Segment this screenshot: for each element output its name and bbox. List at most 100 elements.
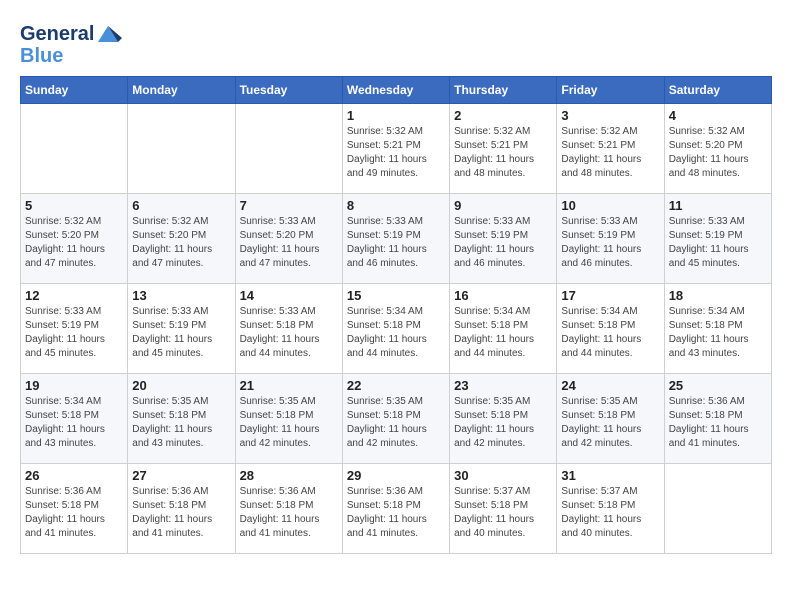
calendar-week-1: 1 Sunrise: 5:32 AM Sunset: 5:21 PM Daylig… — [21, 104, 772, 194]
day-number: 14 — [240, 288, 338, 303]
cell-info: Sunrise: 5:36 AM Sunset: 5:18 PM Dayligh… — [132, 485, 230, 541]
cell-info: Sunrise: 5:37 AM Sunset: 5:18 PM Dayligh… — [561, 485, 659, 541]
day-number: 30 — [454, 468, 552, 483]
day-number: 12 — [25, 288, 123, 303]
calendar-cell: 26 Sunrise: 5:36 AM Sunset: 5:18 PM Dayli… — [21, 464, 128, 554]
cell-info: Sunrise: 5:35 AM Sunset: 5:18 PM Dayligh… — [454, 395, 552, 451]
cell-info: Sunrise: 5:34 AM Sunset: 5:18 PM Dayligh… — [669, 305, 767, 361]
cell-info: Sunrise: 5:34 AM Sunset: 5:18 PM Dayligh… — [25, 395, 123, 451]
day-number: 20 — [132, 378, 230, 393]
day-number: 27 — [132, 468, 230, 483]
day-header-wednesday: Wednesday — [342, 77, 449, 104]
calendar-header: SundayMondayTuesdayWednesdayThursdayFrid… — [21, 77, 772, 104]
calendar-cell: 16 Sunrise: 5:34 AM Sunset: 5:18 PM Dayli… — [450, 284, 557, 374]
cell-info: Sunrise: 5:33 AM Sunset: 5:19 PM Dayligh… — [132, 305, 230, 361]
cell-info: Sunrise: 5:37 AM Sunset: 5:18 PM Dayligh… — [454, 485, 552, 541]
cell-info: Sunrise: 5:36 AM Sunset: 5:18 PM Dayligh… — [25, 485, 123, 541]
calendar-week-5: 26 Sunrise: 5:36 AM Sunset: 5:18 PM Dayli… — [21, 464, 772, 554]
calendar-cell — [21, 104, 128, 194]
day-number: 29 — [347, 468, 445, 483]
calendar-cell: 2 Sunrise: 5:32 AM Sunset: 5:21 PM Daylig… — [450, 104, 557, 194]
cell-info: Sunrise: 5:34 AM Sunset: 5:18 PM Dayligh… — [561, 305, 659, 361]
logo-blue: Blue — [20, 46, 122, 66]
calendar-cell: 30 Sunrise: 5:37 AM Sunset: 5:18 PM Dayli… — [450, 464, 557, 554]
day-number: 11 — [669, 198, 767, 213]
cell-info: Sunrise: 5:36 AM Sunset: 5:18 PM Dayligh… — [669, 395, 767, 451]
logo-general: General — [20, 23, 94, 45]
day-number: 6 — [132, 198, 230, 213]
cell-info: Sunrise: 5:32 AM Sunset: 5:20 PM Dayligh… — [669, 125, 767, 181]
day-number: 7 — [240, 198, 338, 213]
cell-info: Sunrise: 5:35 AM Sunset: 5:18 PM Dayligh… — [347, 395, 445, 451]
header: General Blue — [20, 20, 772, 66]
calendar-cell: 27 Sunrise: 5:36 AM Sunset: 5:18 PM Dayli… — [128, 464, 235, 554]
cell-info: Sunrise: 5:33 AM Sunset: 5:19 PM Dayligh… — [454, 215, 552, 271]
day-number: 21 — [240, 378, 338, 393]
calendar-cell: 1 Sunrise: 5:32 AM Sunset: 5:21 PM Daylig… — [342, 104, 449, 194]
calendar-cell: 17 Sunrise: 5:34 AM Sunset: 5:18 PM Dayli… — [557, 284, 664, 374]
cell-info: Sunrise: 5:33 AM Sunset: 5:18 PM Dayligh… — [240, 305, 338, 361]
day-header-sunday: Sunday — [21, 77, 128, 104]
day-number: 17 — [561, 288, 659, 303]
day-header-saturday: Saturday — [664, 77, 771, 104]
cell-info: Sunrise: 5:33 AM Sunset: 5:19 PM Dayligh… — [25, 305, 123, 361]
calendar-cell — [128, 104, 235, 194]
day-number: 15 — [347, 288, 445, 303]
day-number: 8 — [347, 198, 445, 213]
calendar-cell: 24Sunrise: 5:35 AM Sunset: 5:18 PM Dayli… — [557, 374, 664, 464]
calendar-cell: 19 Sunrise: 5:34 AM Sunset: 5:18 PM Dayli… — [21, 374, 128, 464]
day-number: 18 — [669, 288, 767, 303]
calendar-week-4: 19 Sunrise: 5:34 AM Sunset: 5:18 PM Dayli… — [21, 374, 772, 464]
cell-info: Sunrise: 5:32 AM Sunset: 5:21 PM Dayligh… — [454, 125, 552, 181]
calendar-cell: 13 Sunrise: 5:33 AM Sunset: 5:19 PM Dayli… — [128, 284, 235, 374]
cell-info: Sunrise: 5:33 AM Sunset: 5:19 PM Dayligh… — [347, 215, 445, 271]
calendar-cell: 10Sunrise: 5:33 AM Sunset: 5:19 PM Dayli… — [557, 194, 664, 284]
day-header-tuesday: Tuesday — [235, 77, 342, 104]
day-number: 2 — [454, 108, 552, 123]
calendar-cell: 25 Sunrise: 5:36 AM Sunset: 5:18 PM Dayli… — [664, 374, 771, 464]
cell-info: Sunrise: 5:32 AM Sunset: 5:21 PM Dayligh… — [347, 125, 445, 181]
cell-info: Sunrise: 5:36 AM Sunset: 5:18 PM Dayligh… — [347, 485, 445, 541]
calendar-cell: 22 Sunrise: 5:35 AM Sunset: 5:18 PM Dayli… — [342, 374, 449, 464]
day-number: 22 — [347, 378, 445, 393]
day-number: 3 — [561, 108, 659, 123]
day-number: 13 — [132, 288, 230, 303]
day-number: 9 — [454, 198, 552, 213]
cell-info: Sunrise: 5:34 AM Sunset: 5:18 PM Dayligh… — [454, 305, 552, 361]
day-number: 28 — [240, 468, 338, 483]
day-number: 31 — [561, 468, 659, 483]
day-number: 1 — [347, 108, 445, 123]
day-number: 25 — [669, 378, 767, 393]
calendar-cell: 20 Sunrise: 5:35 AM Sunset: 5:18 PM Dayli… — [128, 374, 235, 464]
calendar-cell: 18 Sunrise: 5:34 AM Sunset: 5:18 PM Dayli… — [664, 284, 771, 374]
logo-icon — [94, 20, 122, 48]
calendar-cell: 23Sunrise: 5:35 AM Sunset: 5:18 PM Dayli… — [450, 374, 557, 464]
calendar-week-3: 12 Sunrise: 5:33 AM Sunset: 5:19 PM Dayli… — [21, 284, 772, 374]
cell-info: Sunrise: 5:33 AM Sunset: 5:20 PM Dayligh… — [240, 215, 338, 271]
calendar-cell: 12 Sunrise: 5:33 AM Sunset: 5:19 PM Dayli… — [21, 284, 128, 374]
day-header-friday: Friday — [557, 77, 664, 104]
day-number: 16 — [454, 288, 552, 303]
cell-info: Sunrise: 5:32 AM Sunset: 5:21 PM Dayligh… — [561, 125, 659, 181]
calendar-cell: 21 Sunrise: 5:35 AM Sunset: 5:18 PM Dayli… — [235, 374, 342, 464]
day-header-thursday: Thursday — [450, 77, 557, 104]
cell-info: Sunrise: 5:35 AM Sunset: 5:18 PM Dayligh… — [240, 395, 338, 451]
day-number: 5 — [25, 198, 123, 213]
cell-info: Sunrise: 5:36 AM Sunset: 5:18 PM Dayligh… — [240, 485, 338, 541]
calendar-body: 1 Sunrise: 5:32 AM Sunset: 5:21 PM Daylig… — [21, 104, 772, 554]
logo: General Blue — [20, 20, 122, 66]
calendar-cell: 31 Sunrise: 5:37 AM Sunset: 5:18 PM Dayli… — [557, 464, 664, 554]
cell-info: Sunrise: 5:35 AM Sunset: 5:18 PM Dayligh… — [132, 395, 230, 451]
calendar-week-2: 5Sunrise: 5:32 AM Sunset: 5:20 PM Daylig… — [21, 194, 772, 284]
calendar-cell: 3 Sunrise: 5:32 AM Sunset: 5:21 PM Daylig… — [557, 104, 664, 194]
day-header-monday: Monday — [128, 77, 235, 104]
calendar-cell: 28 Sunrise: 5:36 AM Sunset: 5:18 PM Dayli… — [235, 464, 342, 554]
day-number: 4 — [669, 108, 767, 123]
cell-info: Sunrise: 5:33 AM Sunset: 5:19 PM Dayligh… — [669, 215, 767, 271]
calendar-cell: 7 Sunrise: 5:33 AM Sunset: 5:20 PM Daylig… — [235, 194, 342, 284]
cell-info: Sunrise: 5:34 AM Sunset: 5:18 PM Dayligh… — [347, 305, 445, 361]
calendar-cell: 9 Sunrise: 5:33 AM Sunset: 5:19 PM Daylig… — [450, 194, 557, 284]
calendar-cell: 5Sunrise: 5:32 AM Sunset: 5:20 PM Daylig… — [21, 194, 128, 284]
day-number: 19 — [25, 378, 123, 393]
day-number: 26 — [25, 468, 123, 483]
